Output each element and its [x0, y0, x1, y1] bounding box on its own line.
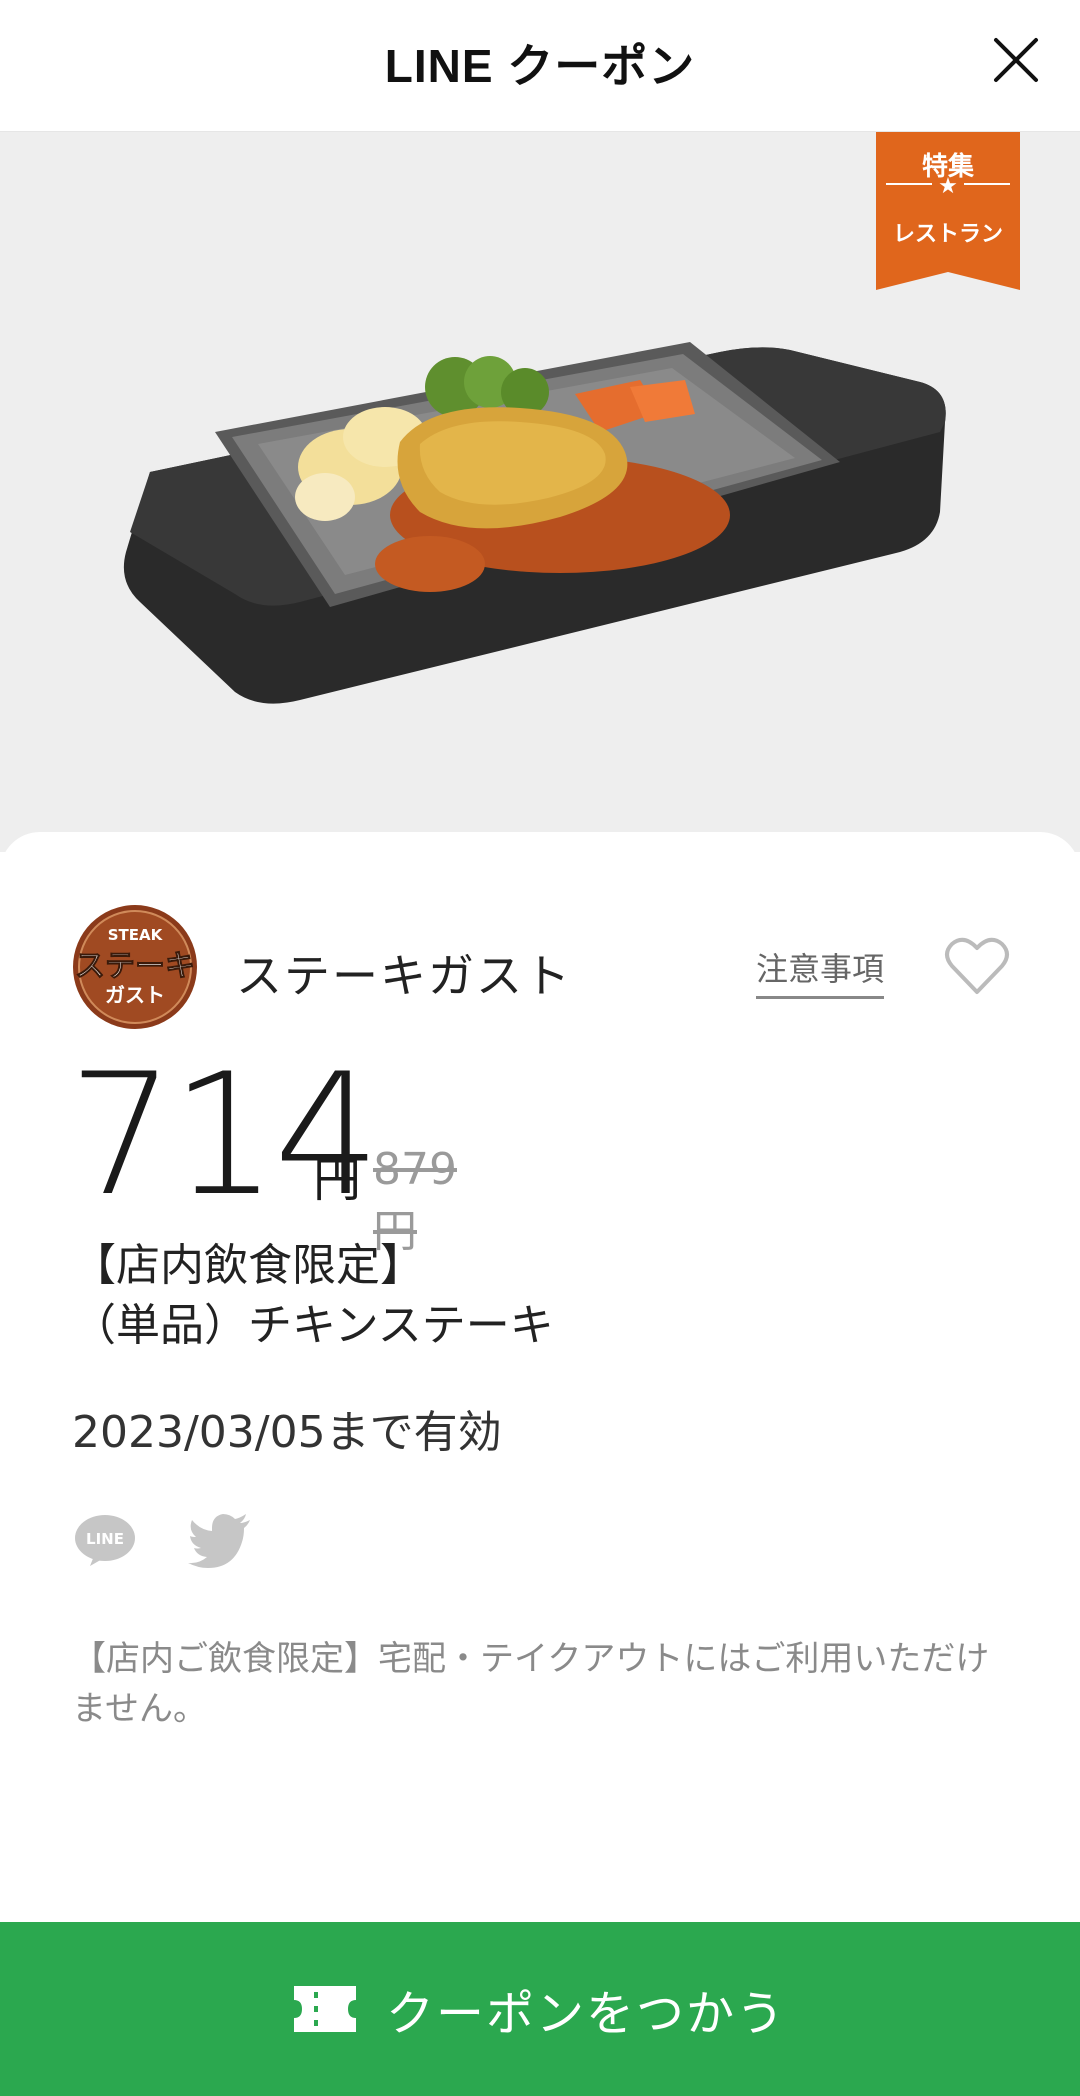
star-icon: ★ [938, 174, 958, 199]
heart-icon[interactable] [944, 936, 1010, 996]
header-bar: LINE クーポン [0, 0, 1080, 132]
ticket-icon [293, 1986, 356, 2032]
logo-text-bottom: ガスト [105, 983, 165, 1007]
line-share-icon[interactable]: LINE [72, 1512, 138, 1568]
notice-link[interactable]: 注意事項 [756, 944, 885, 999]
use-coupon-label: クーポンをつかう [385, 1986, 786, 2042]
coupon-title: 【店内飲食限定】 （単品）チキンステーキ [72, 1240, 554, 1351]
price-unit: 円 [313, 1152, 362, 1208]
logo-text-middle: ステーキ [75, 949, 195, 984]
valid-until: 2023/03/05まで有効 [72, 1407, 502, 1458]
ribbon-label-bottom: レストラン [892, 222, 1003, 247]
use-coupon-button[interactable]: クーポンをつかう [0, 1922, 1080, 2096]
logo-text-top: STEAK [108, 926, 164, 944]
store-name: ステーキガスト [236, 949, 572, 1003]
feature-ribbon: 特集 ★ レストラン [876, 132, 1020, 290]
store-logo: STEAK ステーキ ガスト [73, 905, 197, 1029]
twitter-share-icon[interactable] [188, 1512, 254, 1568]
close-icon[interactable] [990, 34, 1042, 86]
usage-note: 【店内ご飲食限定】宅配・テイクアウトにはご利用いただけません。 [72, 1639, 990, 1729]
page-title: LINE クーポン [384, 40, 696, 92]
line-share-label: LINE [86, 1530, 124, 1548]
